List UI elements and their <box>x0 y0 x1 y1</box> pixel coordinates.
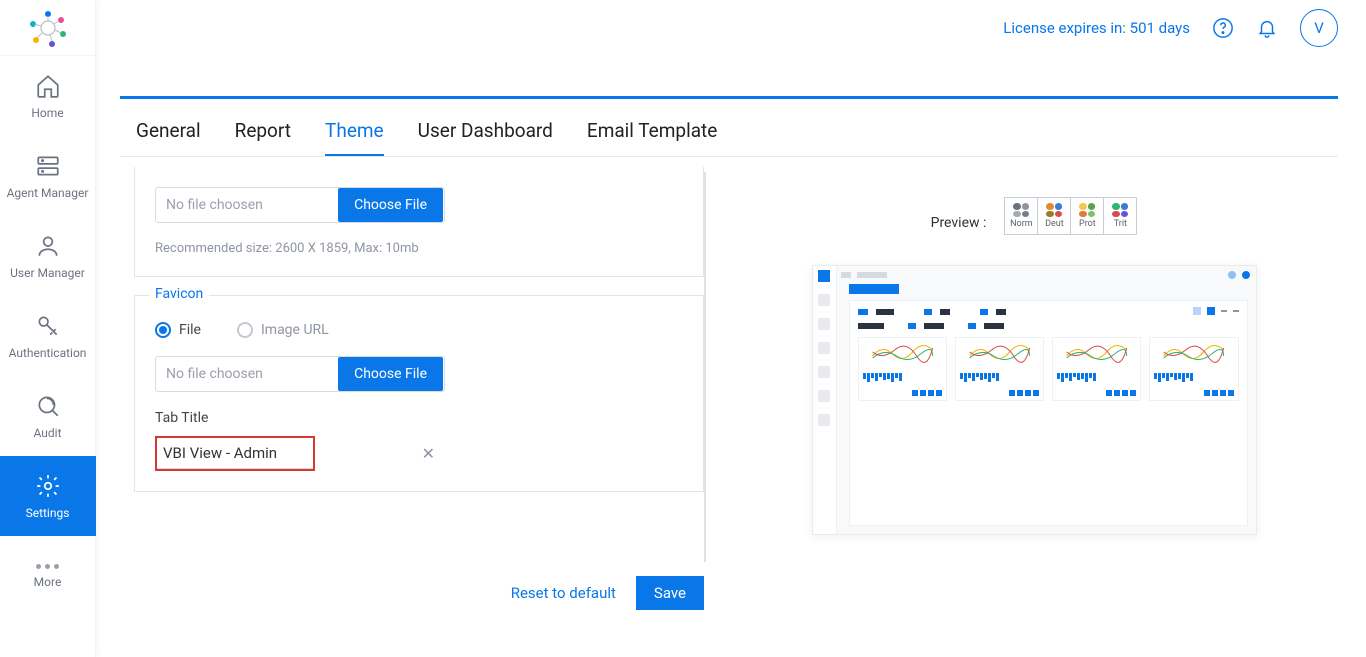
preview-label: Preview : <box>931 197 987 231</box>
radio-file[interactable]: File <box>155 322 201 338</box>
nav-label: Authentication <box>9 346 87 360</box>
app-logo <box>0 0 96 56</box>
file-placeholder: No file choosen <box>156 197 337 213</box>
nav-label: More <box>34 575 62 589</box>
palette-icon <box>1013 203 1029 217</box>
help-icon[interactable] <box>1212 17 1234 39</box>
favicon-card: Favicon File Image URL No file choosen <box>134 295 704 492</box>
license-text: License expires in: 501 days <box>1003 19 1190 37</box>
divider <box>704 172 706 562</box>
main: General Report Theme User Dashboard Emai… <box>120 96 1338 610</box>
nav-audit[interactable]: Audit <box>0 376 96 456</box>
mode-trit[interactable]: Trit <box>1103 197 1137 235</box>
tab-theme[interactable]: Theme <box>325 119 384 156</box>
mode-label: Prot <box>1079 219 1096 229</box>
choose-file-button[interactable]: Choose File <box>338 188 443 222</box>
right-panel: Preview : Norm Deut Prot <box>744 167 1324 610</box>
topbar: License expires in: 501 days V <box>96 0 1366 56</box>
upload-hint: Recommended size: 2600 X 1859, Max: 10mb <box>155 241 683 256</box>
palette-icon <box>1046 203 1062 217</box>
nav-label: Audit <box>34 426 62 440</box>
radio-file-label: File <box>179 322 201 338</box>
favicon-card-title: Favicon <box>149 286 209 302</box>
tab-title-input[interactable] <box>157 438 313 469</box>
nav-label: User Manager <box>10 266 85 280</box>
preview-mode-group: Norm Deut Prot Trit <box>1004 197 1137 235</box>
tab-email-template[interactable]: Email Template <box>587 119 717 156</box>
nav-authentication[interactable]: Authentication <box>0 296 96 376</box>
tab-title-label: Tab Title <box>155 410 683 426</box>
mode-label: Trit <box>1114 219 1127 229</box>
server-icon <box>34 152 62 180</box>
file-input-row: No file choosen Choose File <box>155 187 445 223</box>
tab-user-dashboard[interactable]: User Dashboard <box>418 119 553 156</box>
radio-image-url[interactable]: Image URL <box>237 322 329 338</box>
mode-prot[interactable]: Prot <box>1070 197 1104 235</box>
home-icon <box>34 72 62 100</box>
bell-icon[interactable] <box>1256 17 1278 39</box>
mode-deut[interactable]: Deut <box>1037 197 1071 235</box>
nav-label: Home <box>31 106 63 120</box>
form-actions: Reset to default Save <box>134 562 704 610</box>
nav-more[interactable]: More <box>0 536 96 616</box>
favicon-file-input-row: No file choosen Choose File <box>155 356 445 392</box>
nav-label: Agent Manager <box>7 186 89 200</box>
palette-icon <box>1112 203 1128 217</box>
upload-card: No file choosen Choose File Recommended … <box>134 167 704 277</box>
sidebar: Home Agent Manager User Manager Authenti… <box>0 0 96 657</box>
favicon-file-placeholder: No file choosen <box>156 366 337 382</box>
radio-dot-icon <box>237 322 253 338</box>
gear-icon <box>34 472 62 500</box>
tab-general[interactable]: General <box>136 119 201 156</box>
tabs: General Report Theme User Dashboard Emai… <box>120 99 1338 157</box>
avatar-initial: V <box>1314 19 1324 37</box>
nav-agent-manager[interactable]: Agent Manager <box>0 136 96 216</box>
palette-icon <box>1079 203 1095 217</box>
nav-home[interactable]: Home <box>0 56 96 136</box>
radio-dot-icon <box>155 322 171 338</box>
user-icon <box>34 232 62 260</box>
mode-label: Norm <box>1010 219 1033 229</box>
favicon-choose-file-button[interactable]: Choose File <box>338 357 443 391</box>
mode-label: Deut <box>1045 219 1064 229</box>
key-icon <box>34 312 62 340</box>
audit-icon <box>34 392 62 420</box>
avatar[interactable]: V <box>1300 9 1338 47</box>
tab-report[interactable]: Report <box>235 119 291 156</box>
reset-button[interactable]: Reset to default <box>511 584 616 602</box>
nav-label: Settings <box>26 506 70 520</box>
nav-user-manager[interactable]: User Manager <box>0 216 96 296</box>
nav-settings[interactable]: Settings <box>0 456 96 536</box>
mode-norm[interactable]: Norm <box>1004 197 1038 235</box>
radio-url-label: Image URL <box>261 322 329 338</box>
more-icon <box>36 564 59 569</box>
theme-preview <box>812 265 1257 535</box>
clear-icon[interactable]: ✕ <box>422 444 435 463</box>
save-button[interactable]: Save <box>636 576 704 610</box>
left-panel: No file choosen Choose File Recommended … <box>134 167 704 610</box>
